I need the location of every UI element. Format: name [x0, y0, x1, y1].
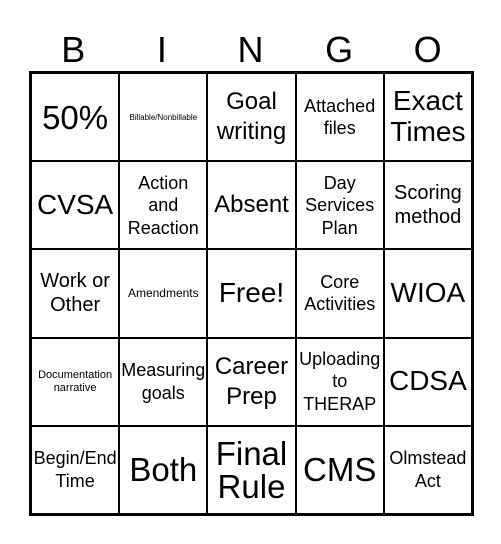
bingo-cell[interactable]: Absent: [207, 161, 296, 250]
bingo-cell[interactable]: CMS: [295, 425, 384, 514]
header-letter-b: B: [61, 29, 86, 70]
bingo-grid: 50% Billable/Nonbillable Goal writing At…: [29, 71, 474, 516]
bingo-cell[interactable]: Day Services Plan: [295, 161, 384, 250]
bingo-cell[interactable]: Attached files: [295, 73, 384, 162]
bingo-cell[interactable]: CVSA: [31, 161, 120, 250]
bingo-cell[interactable]: 50%: [31, 73, 120, 162]
bingo-cell[interactable]: Goal writing: [207, 73, 296, 162]
bingo-cell[interactable]: WIOA: [383, 249, 472, 338]
bingo-cell[interactable]: Begin/End Time: [31, 425, 120, 514]
bingo-cell[interactable]: Both: [119, 425, 208, 514]
bingo-cell[interactable]: Scoring method: [383, 161, 472, 250]
bingo-cell[interactable]: Uploading to THERAP: [295, 337, 384, 426]
header-letter-o: O: [413, 29, 442, 70]
bingo-cell[interactable]: Documentation narrative: [31, 337, 120, 426]
header-letter-i: I: [156, 29, 167, 70]
bingo-cell[interactable]: CDSA: [383, 337, 472, 426]
bingo-cell[interactable]: Work or Other: [31, 249, 120, 338]
bingo-cell[interactable]: Amendments: [119, 249, 208, 338]
bingo-cell[interactable]: Action and Reaction: [119, 161, 208, 250]
bingo-cell[interactable]: Measuring goals: [119, 337, 208, 426]
bingo-header: B I N G O: [29, 30, 472, 70]
free-space-cell[interactable]: Free!: [207, 249, 296, 338]
header-letter-g: G: [325, 29, 354, 70]
bingo-cell[interactable]: Career Prep: [207, 337, 296, 426]
header-letter-n: N: [237, 29, 264, 70]
bingo-cell[interactable]: Final Rule: [207, 425, 296, 514]
bingo-cell[interactable]: Billable/Nonbillable: [119, 73, 208, 162]
bingo-cell[interactable]: Core Activities: [295, 249, 384, 338]
bingo-cell[interactable]: Exact Times: [383, 73, 472, 162]
bingo-cell[interactable]: Olmstead Act: [383, 425, 472, 514]
